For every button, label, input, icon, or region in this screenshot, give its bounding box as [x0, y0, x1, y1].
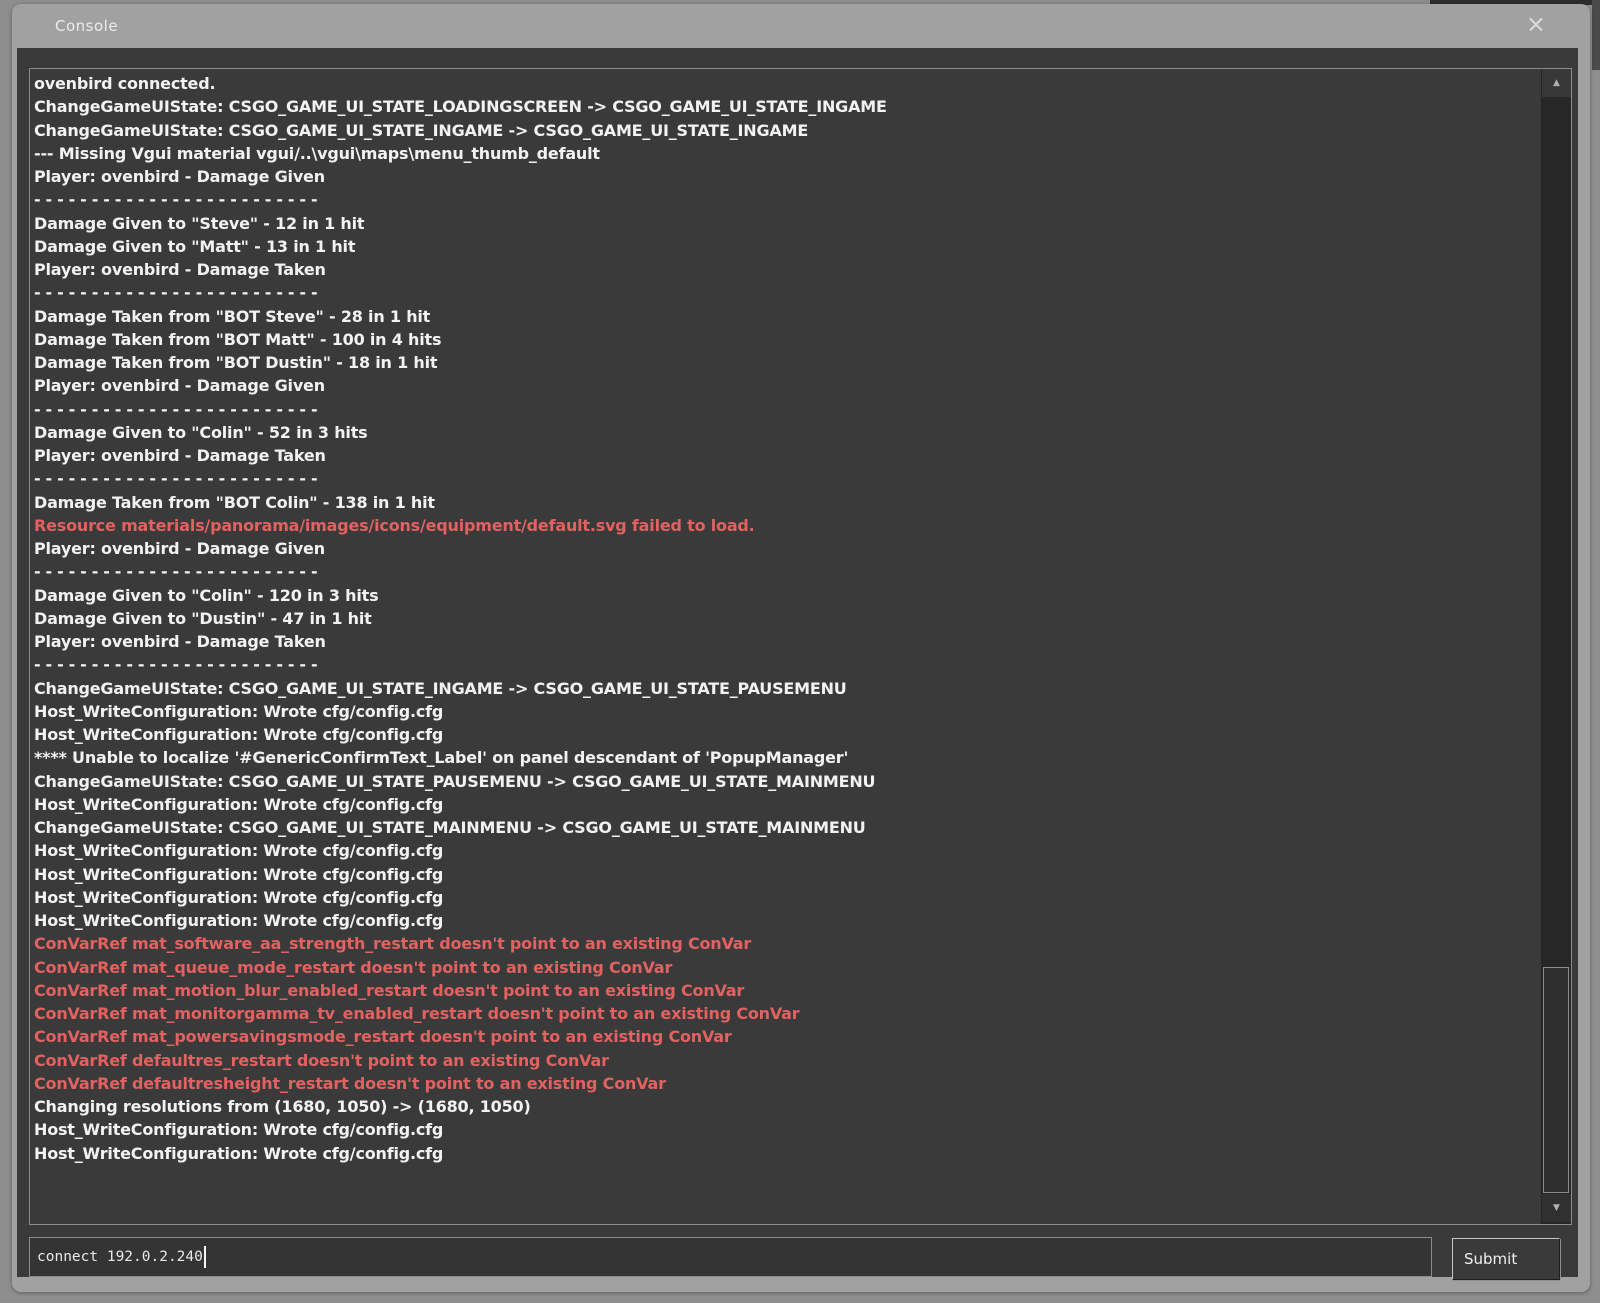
console-line: ChangeGameUIState: CSGO_GAME_UI_STATE_IN…	[34, 119, 1541, 142]
console-line: Damage Taken from "BOT Matt" - 100 in 4 …	[34, 328, 1541, 351]
console-line: ConVarRef mat_powersavingsmode_restart d…	[34, 1025, 1541, 1048]
console-line: -------------------------	[34, 560, 1541, 583]
console-line: ChangeGameUIState: CSGO_GAME_UI_STATE_IN…	[34, 677, 1541, 700]
console-output-panel[interactable]: ovenbird connected.ChangeGameUIState: CS…	[29, 68, 1572, 1225]
console-line: Damage Given to "Steve" - 12 in 1 hit	[34, 212, 1541, 235]
console-line: Host_WriteConfiguration: Wrote cfg/confi…	[34, 863, 1541, 886]
console-line: Player: ovenbird - Damage Taken	[34, 630, 1541, 653]
console-line: ConVarRef mat_monitorgamma_tv_enabled_re…	[34, 1002, 1541, 1025]
console-line: -------------------------	[34, 281, 1541, 304]
console-line: Damage Taken from "BOT Steve" - 28 in 1 …	[34, 305, 1541, 328]
text-cursor	[204, 1246, 206, 1268]
console-line: Player: ovenbird - Damage Taken	[34, 258, 1541, 281]
console-line: ConVarRef mat_motion_blur_enabled_restar…	[34, 979, 1541, 1002]
console-line: Host_WriteConfiguration: Wrote cfg/confi…	[34, 909, 1541, 932]
console-line: -------------------------	[34, 467, 1541, 490]
console-line: Host_WriteConfiguration: Wrote cfg/confi…	[34, 793, 1541, 816]
console-line: Damage Taken from "BOT Dustin" - 18 in 1…	[34, 351, 1541, 374]
console-window: Console × ovenbird connected.ChangeGameU…	[12, 4, 1590, 1292]
console-line: Damage Given to "Matt" - 13 in 1 hit	[34, 235, 1541, 258]
console-line: ConVarRef defaultres_restart doesn't poi…	[34, 1049, 1541, 1072]
console-line: Host_WriteConfiguration: Wrote cfg/confi…	[34, 839, 1541, 862]
console-log: ovenbird connected.ChangeGameUIState: CS…	[30, 69, 1541, 1224]
console-line: ConVarRef mat_software_aa_strength_resta…	[34, 932, 1541, 955]
console-line: Player: ovenbird - Damage Given	[34, 537, 1541, 560]
console-line: ConVarRef defaultresheight_restart doesn…	[34, 1072, 1541, 1095]
window-body: ovenbird connected.ChangeGameUIState: CS…	[17, 48, 1578, 1277]
close-icon[interactable]: ×	[1526, 12, 1546, 36]
console-line: Damage Given to "Colin" - 120 in 3 hits	[34, 584, 1541, 607]
console-line: Damage Given to "Colin" - 52 in 3 hits	[34, 421, 1541, 444]
console-line: ovenbird connected.	[34, 72, 1541, 95]
scrollbar[interactable]: ▲ ▼	[1541, 69, 1571, 1224]
console-line: Host_WriteConfiguration: Wrote cfg/confi…	[34, 700, 1541, 723]
console-line: -------------------------	[34, 653, 1541, 676]
console-line: Resource materials/panorama/images/icons…	[34, 514, 1541, 537]
console-line: Player: ovenbird - Damage Given	[34, 165, 1541, 188]
scrollbar-thumb[interactable]	[1543, 967, 1569, 1193]
console-line: Host_WriteConfiguration: Wrote cfg/confi…	[34, 1142, 1541, 1165]
console-line: -------------------------	[34, 398, 1541, 421]
background-sliver	[1592, 0, 1600, 70]
console-line: Player: ovenbird - Damage Taken	[34, 444, 1541, 467]
console-line: ChangeGameUIState: CSGO_GAME_UI_STATE_MA…	[34, 816, 1541, 839]
submit-button[interactable]: Submit	[1452, 1238, 1560, 1280]
window-title: Console	[55, 17, 118, 35]
console-line: ChangeGameUIState: CSGO_GAME_UI_STATE_LO…	[34, 95, 1541, 118]
console-line: Host_WriteConfiguration: Wrote cfg/confi…	[34, 886, 1541, 909]
console-line: -------------------------	[34, 188, 1541, 211]
console-line: --- Missing Vgui material vgui/..\vgui\m…	[34, 142, 1541, 165]
scroll-up-button[interactable]: ▲	[1542, 69, 1571, 97]
console-line: Damage Given to "Dustin" - 47 in 1 hit	[34, 607, 1541, 630]
console-line: Host_WriteConfiguration: Wrote cfg/confi…	[34, 723, 1541, 746]
console-line: Changing resolutions from (1680, 1050) -…	[34, 1095, 1541, 1118]
title-bar[interactable]: Console ×	[12, 4, 1590, 48]
scroll-up-icon: ▲	[1553, 79, 1560, 88]
scroll-down-button[interactable]: ▼	[1542, 1194, 1571, 1222]
command-input[interactable]: connect 192.0.2.240	[29, 1237, 1432, 1277]
command-input-value: connect 192.0.2.240	[37, 1249, 203, 1265]
console-line: ConVarRef mat_queue_mode_restart doesn't…	[34, 956, 1541, 979]
console-line: ChangeGameUIState: CSGO_GAME_UI_STATE_PA…	[34, 770, 1541, 793]
console-line: Damage Taken from "BOT Colin" - 138 in 1…	[34, 491, 1541, 514]
console-line: Player: ovenbird - Damage Given	[34, 374, 1541, 397]
scroll-down-icon: ▼	[1553, 1204, 1560, 1213]
console-line: **** Unable to localize '#GenericConfirm…	[34, 746, 1541, 769]
console-line: Host_WriteConfiguration: Wrote cfg/confi…	[34, 1118, 1541, 1141]
